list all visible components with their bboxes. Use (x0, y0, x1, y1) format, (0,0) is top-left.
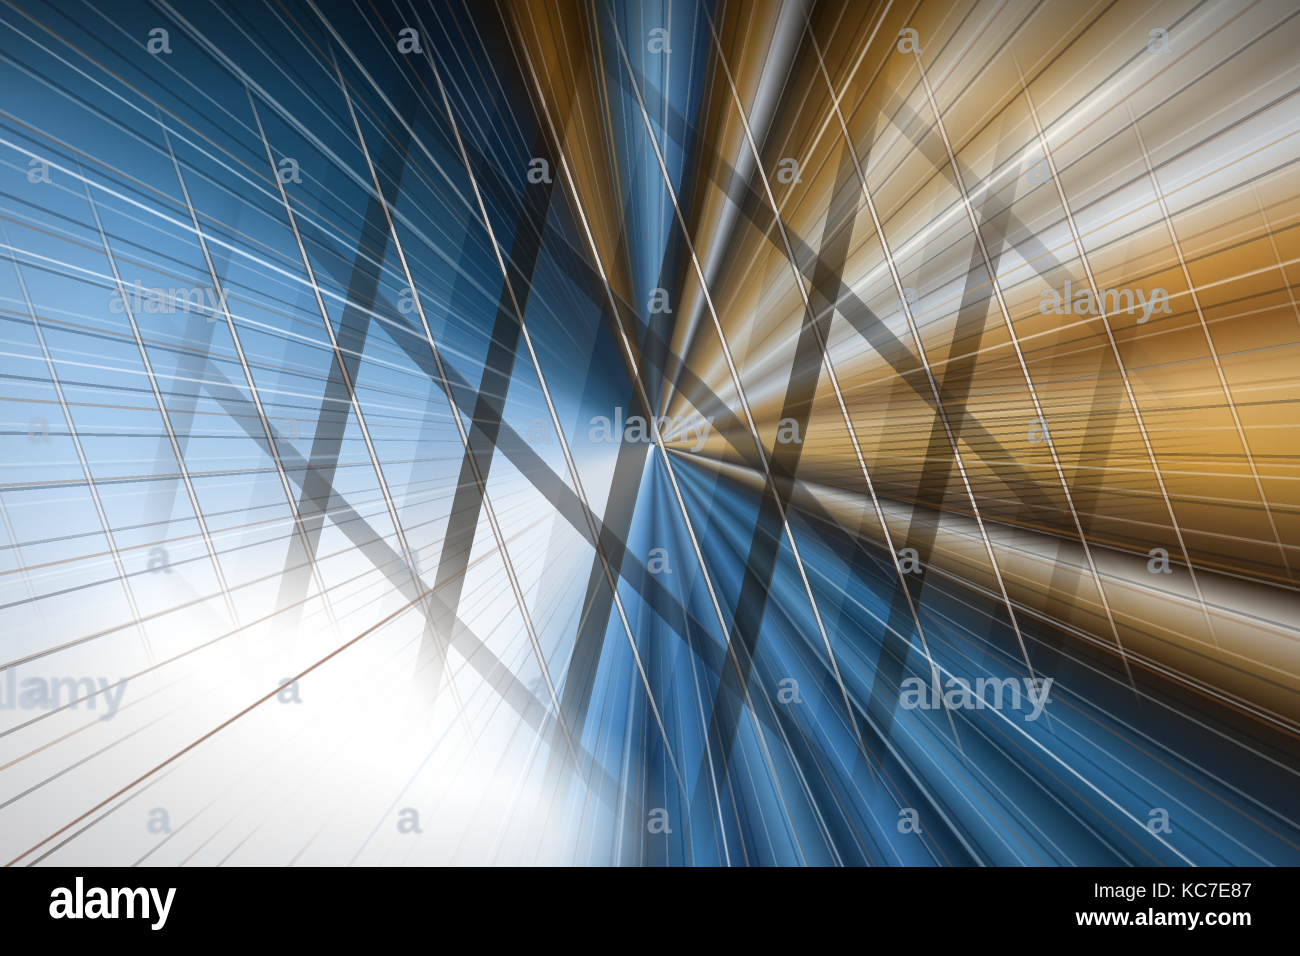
watermark-letter: a (1146, 11, 1172, 63)
watermark-letter: a (896, 271, 922, 323)
watermark-letter: a (526, 661, 552, 713)
watermark-word: alamy (586, 400, 715, 453)
watermark-letter: a (396, 791, 422, 843)
watermark-word: alamy (1037, 272, 1160, 324)
watermark-letter: a (396, 271, 422, 323)
watermark-letter: a (1026, 401, 1052, 453)
image-id-text: Image ID: KC7E87 (1093, 881, 1252, 902)
watermark-letter: a (526, 141, 552, 193)
watermark-letter: a (896, 791, 922, 843)
watermark-letter: a (1146, 791, 1172, 843)
watermark-letter: a (26, 141, 52, 193)
watermark-letter: a (276, 401, 302, 453)
watermark-letter: a (276, 141, 302, 193)
watermark-letter: a (146, 11, 172, 63)
watermark-letter: a (1146, 531, 1172, 583)
watermark-letter: a (646, 791, 672, 843)
watermark-letter: a (146, 531, 172, 583)
watermark-layer: a a a a a a a a a a a a a a a a a a a a a a a a a a a a a a a a a a a alamy… (0, 0, 1300, 867)
watermark-letter: a (396, 531, 422, 583)
watermark-letter: a (776, 661, 802, 713)
watermark-letter: a (776, 141, 802, 193)
watermark-letter: a (646, 11, 672, 63)
footer-credit-bar: alamy Image ID: KC7E87 www.alamy.com (0, 867, 1300, 956)
watermark-letter: a (896, 11, 922, 63)
stock-photo: a a a a a a a a a a a a a a a a a a a a a a a a a a a a a a a a a a a alamy… (0, 0, 1300, 867)
footer-credit-text: Image ID: KC7E87 www.alamy.com (1076, 880, 1252, 930)
alamy-stock-photo-page: a a a a a a a a a a a a a a a a a a a a a a a a a a a a a a a a a a a alamy… (0, 0, 1300, 956)
alamy-url-text: www.alamy.com (1075, 904, 1252, 930)
watermark-word: alamy (107, 271, 230, 323)
watermark-letter: a (646, 271, 672, 323)
watermark-letter: a (896, 531, 922, 583)
watermark-letter: a (646, 531, 672, 583)
watermark-letter: a (26, 401, 52, 453)
watermark-letter: a (146, 791, 172, 843)
alamy-logo: alamy (48, 868, 177, 931)
watermark-letter: a (1026, 141, 1052, 193)
watermark-word: alamy (0, 657, 129, 722)
watermark-letter: a (276, 661, 302, 713)
watermark-letter: a (776, 401, 802, 453)
watermark-letter: a (396, 11, 422, 63)
watermark-word: alamy (897, 657, 1054, 722)
watermark-letter: a (526, 401, 552, 453)
